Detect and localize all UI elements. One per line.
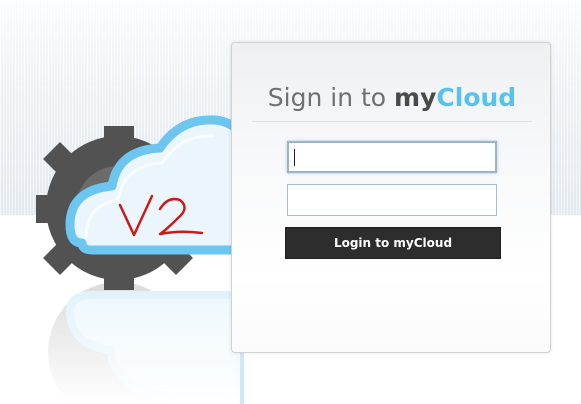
title-divider: [252, 121, 532, 122]
text-caret: [294, 149, 295, 166]
brand-cloud: Cloud: [436, 83, 517, 112]
username-field[interactable]: [287, 141, 497, 173]
login-button[interactable]: Login to myCloud: [285, 227, 501, 259]
login-button-label: Login to myCloud: [333, 236, 453, 250]
cloud-icon: [65, 115, 249, 255]
page-title: Sign in to myCloud: [232, 83, 552, 112]
brand-my: my: [394, 83, 437, 112]
password-field[interactable]: [287, 184, 497, 216]
title-prefix: Sign in to: [267, 83, 395, 112]
login-panel: Sign in to myCloud Login to myCloud: [231, 42, 551, 353]
